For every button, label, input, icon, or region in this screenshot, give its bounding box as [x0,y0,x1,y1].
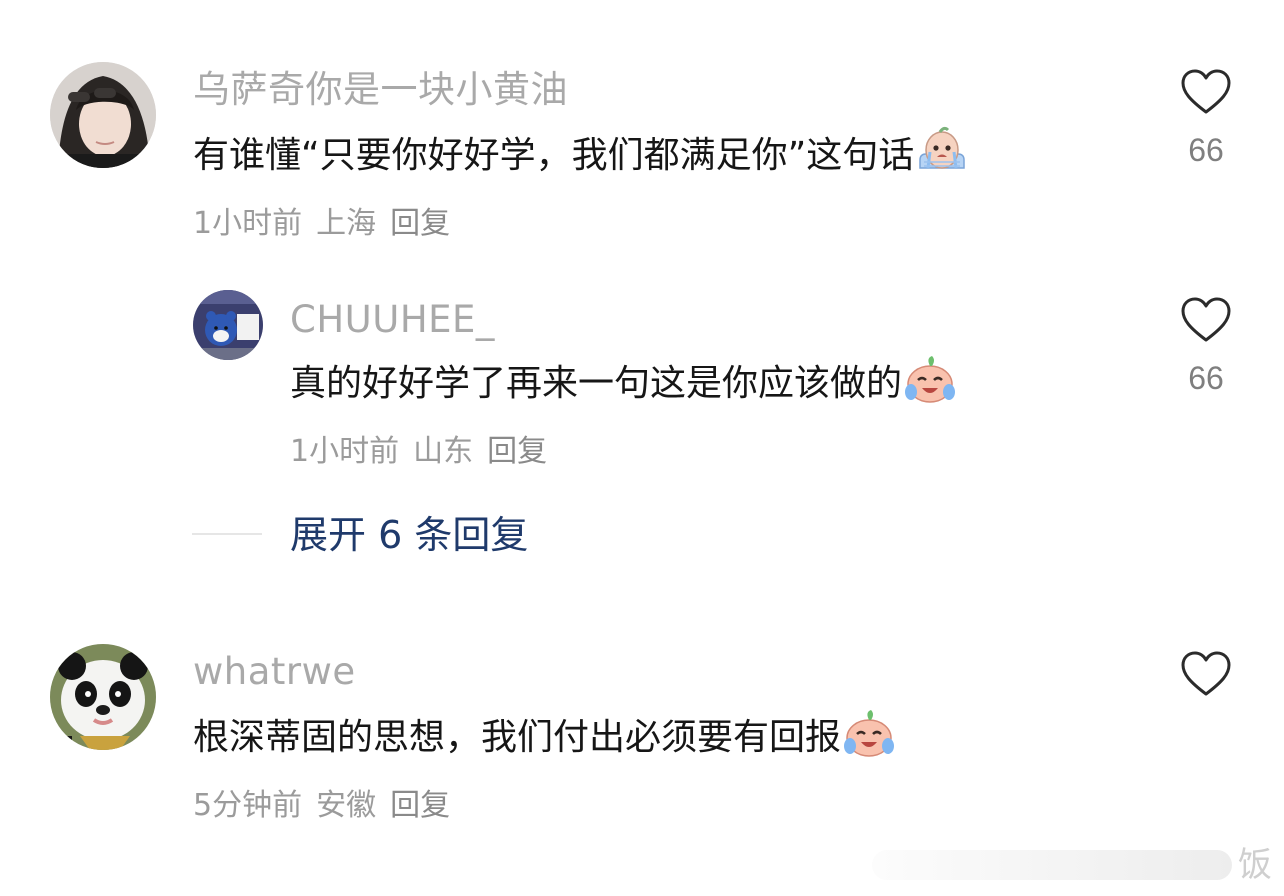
expand-divider [192,533,262,535]
like-count: 66 [1188,132,1224,168]
avatar[interactable] [50,62,156,168]
comment-text[interactable]: 根深蒂固的思想，我们付出必须要有回报 [193,710,897,762]
like-button[interactable] [1176,650,1236,698]
like-count: 66 [1188,360,1224,396]
heart-icon [1181,69,1231,114]
comment-username[interactable]: 乌萨奇你是一块小黄油 [193,68,568,112]
avatar-image [193,290,263,360]
comment-username[interactable]: whatrwe [193,650,356,694]
like-button[interactable]: 66 [1176,296,1236,398]
comment-time: 1小时前 [193,206,303,241]
comment-list: 乌萨奇你是一块小黄油 有谁懂“只要你好好学，我们都满足你”这句话 1小时前 上海回… [0,0,1284,896]
avatar-image [50,62,156,168]
comment-meta: 1小时前 山东 回复 [290,432,561,472]
laugh-cry-emoji [902,352,958,408]
comment-text[interactable]: 有谁懂“只要你好好学，我们都满足你”这句话 [193,126,970,180]
reply-button[interactable]: 回复 [390,788,450,823]
avatar[interactable] [50,644,156,750]
watermark-text: 饭 [1238,845,1272,885]
comment-text-content: 根深蒂固的思想，我们付出必须要有回报 [193,717,842,758]
comment-location: 安徽 [316,788,377,823]
avatar[interactable] [193,290,263,360]
comment-text[interactable]: 真的好好学了再来一句这是你应该做的 [290,356,958,408]
comment-location: 上海 [316,206,377,241]
comment-meta: 5分钟前 安徽 回复 [193,786,464,826]
like-button[interactable]: 66 [1176,68,1236,170]
reply-button[interactable]: 回复 [487,434,547,469]
laugh-cry-emoji [841,706,897,762]
reply-button[interactable]: 回复 [390,206,450,241]
watermark-bar [872,850,1232,880]
heart-icon [1181,297,1231,342]
expand-replies-button[interactable]: 展开 6 条回复 [290,512,528,558]
comment-username[interactable]: CHUUHEE_ [290,298,495,342]
comment-meta: 1小时前 上海 回复 [193,204,464,244]
crying-face-emoji [914,124,970,180]
watermark: 饭 [872,846,1284,886]
comment-location: 山东 [413,434,474,469]
comment-text-content: 真的好好学了再来一句这是你应该做的 [290,363,903,404]
comment-time: 5分钟前 [193,788,303,823]
heart-icon [1181,651,1231,696]
comment-text-content: 有谁懂“只要你好好学，我们都满足你”这句话 [193,135,915,176]
comment-time: 1小时前 [290,434,400,469]
avatar-image [50,644,156,750]
